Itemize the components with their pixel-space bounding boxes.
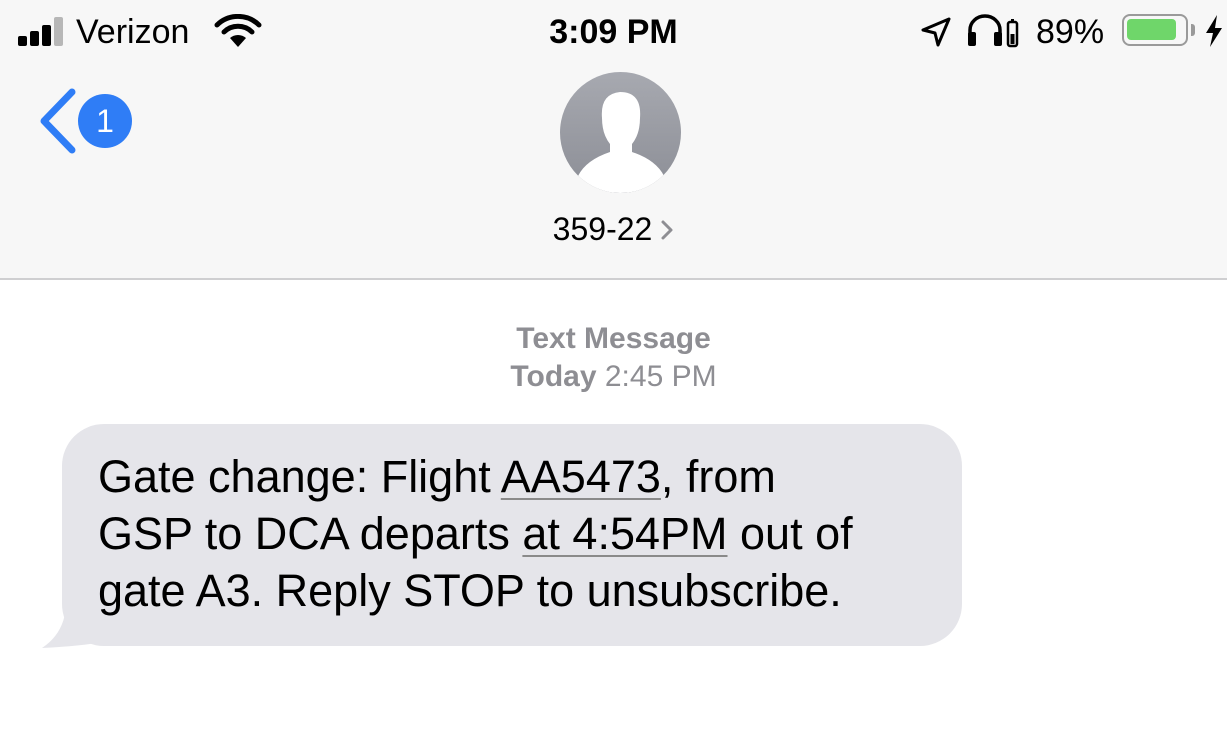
message-line-2: GSP to DCA departs at 4:54PM out of xyxy=(98,505,926,562)
message-line-1: Gate change: Flight AA5473, from xyxy=(98,448,926,505)
message-line-3: gate A3. Reply STOP to unsubscribe. xyxy=(98,562,926,619)
unread-count-badge: 1 xyxy=(78,94,132,148)
back-button[interactable]: 1 xyxy=(32,86,142,156)
message-text: , from xyxy=(660,451,776,502)
message-date: Today 2:45 PM xyxy=(0,358,1227,396)
message-text: out of xyxy=(727,508,853,559)
wifi-icon xyxy=(214,14,262,47)
incoming-message[interactable]: Gate change: Flight AA5473, from GSP to … xyxy=(42,424,966,648)
message-text: GSP to DCA departs xyxy=(98,508,523,559)
battery-nub xyxy=(1191,24,1195,36)
flight-number-link[interactable]: AA5473 xyxy=(501,451,661,502)
headphones-icon xyxy=(968,14,1019,48)
carrier-name: Verizon xyxy=(76,13,190,51)
status-bar: Verizon 3:09 PM 89% xyxy=(0,0,1227,64)
departure-time-link[interactable]: at 4:54PM xyxy=(522,508,727,559)
message-day: Today xyxy=(510,360,597,393)
battery-level xyxy=(1127,19,1176,40)
location-icon xyxy=(921,17,951,47)
chevron-right-icon xyxy=(661,220,673,240)
message-time: 2:45 PM xyxy=(604,360,717,393)
message-text: gate A3. Reply STOP to unsubscribe. xyxy=(98,565,842,616)
signal-icon xyxy=(18,16,68,46)
contact-name-button[interactable]: 359-22 xyxy=(0,208,1227,250)
message-type-label: Text Message xyxy=(516,322,711,355)
conversation-header: Verizon 3:09 PM 89% 1 359-22 xyxy=(0,0,1227,280)
battery-percent: 89% xyxy=(1036,13,1105,51)
back-chevron-icon xyxy=(40,88,76,154)
charging-icon xyxy=(1206,15,1222,47)
battery-icon xyxy=(1122,14,1188,46)
message-text: Gate change: Flight xyxy=(98,451,501,502)
avatar[interactable] xyxy=(560,72,681,193)
person-silhouette-icon xyxy=(578,92,664,193)
message-timestamp: Text Message Today 2:45 PM xyxy=(0,320,1227,396)
message-bubble: Gate change: Flight AA5473, from GSP to … xyxy=(62,424,962,646)
contact-name: 359-22 xyxy=(552,211,653,247)
